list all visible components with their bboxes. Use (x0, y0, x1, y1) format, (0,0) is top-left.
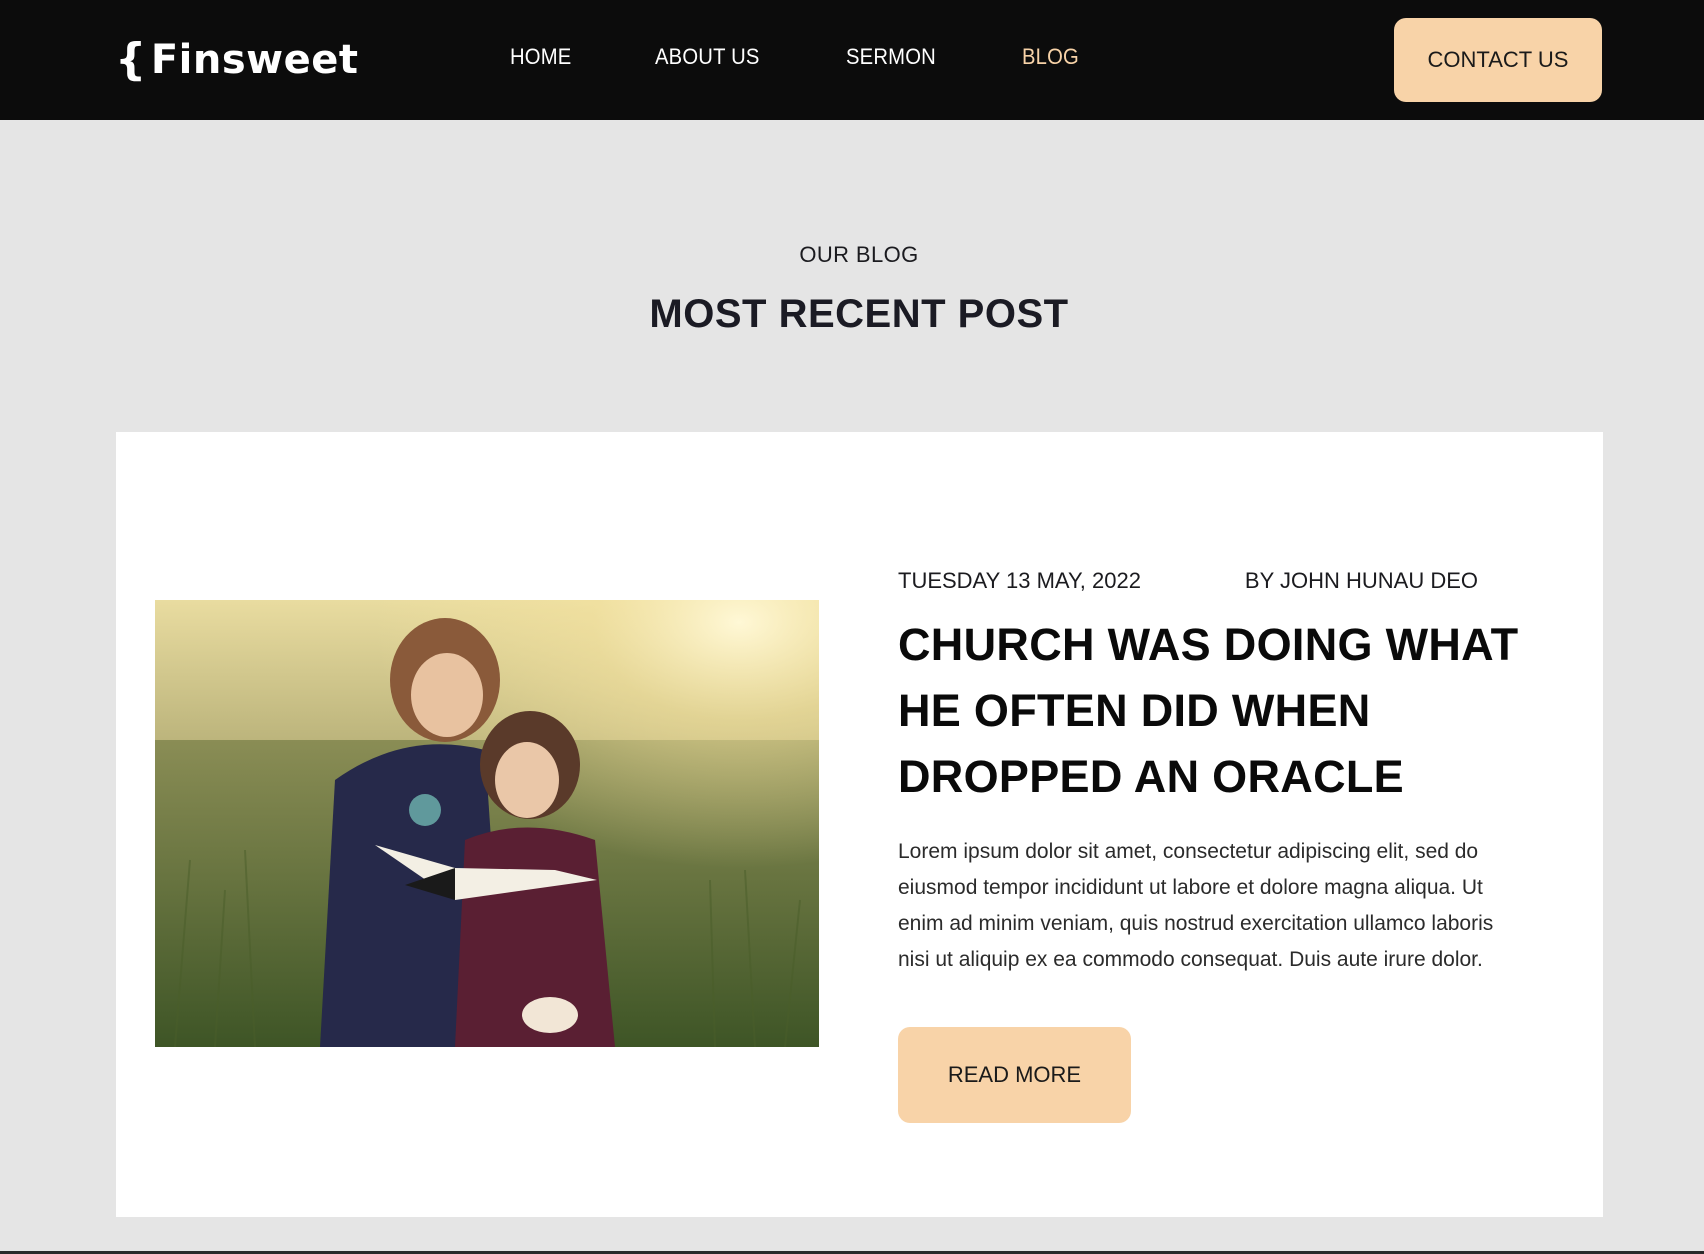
post-image[interactable] (155, 600, 819, 1047)
post-date: TUESDAY 13 MAY, 2022 (898, 568, 1141, 593)
contact-us-button[interactable]: CONTACT US (1394, 18, 1602, 102)
recent-post-card: TUESDAY 13 MAY, 2022 BY JOHN HUNAU DEO C… (116, 432, 1603, 1217)
nav-link-home[interactable]: HOME (510, 44, 571, 70)
main-nav: HOME ABOUT US SERMON BLOG (510, 44, 1162, 70)
post-excerpt: Lorem ipsum dolor sit amet, consectetur … (898, 840, 1494, 971)
read-more-button[interactable]: READ MORE (898, 1027, 1131, 1123)
top-navbar: { Finsweet HOME ABOUT US SERMON BLOG CON… (0, 0, 1704, 120)
post-photo-illustration (155, 600, 819, 1047)
finsweet-logo[interactable]: { Finsweet (115, 34, 358, 85)
logo-text: Finsweet (150, 36, 359, 83)
logo-brace-icon: { (115, 34, 147, 85)
nav-link-sermon[interactable]: SERMON (846, 44, 936, 70)
post-author: BY JOHN HUNAU DEO (1244, 568, 1478, 593)
section-eyebrow: OUR BLOG (799, 242, 919, 267)
nav-link-about-us[interactable]: ABOUT US (655, 44, 760, 70)
post-meta: TUESDAY 13 MAY, 2022 BY JOHN HUNAU DEO (898, 568, 1478, 594)
post-title[interactable]: CHURCH WAS DOING WHAT HE OFTEN DID WHEN … (898, 612, 1538, 810)
nav-link-blog[interactable]: BLOG (1022, 44, 1079, 70)
section-title: MOST RECENT POST (649, 292, 1069, 336)
